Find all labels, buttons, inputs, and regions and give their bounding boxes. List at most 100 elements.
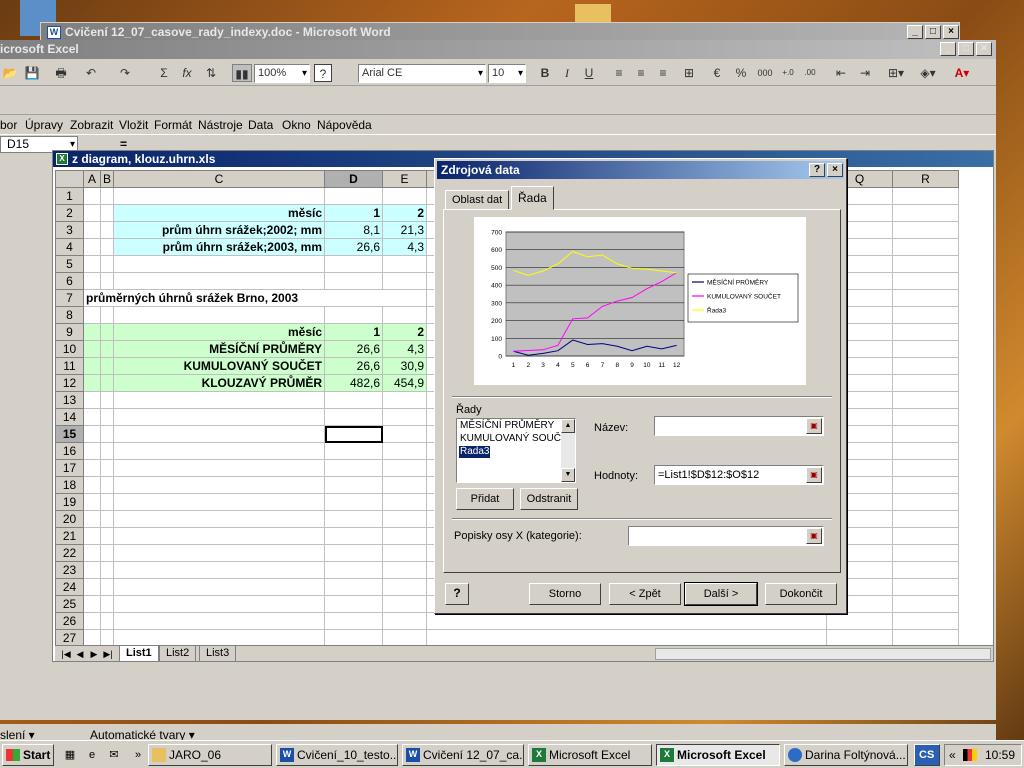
- column-header[interactable]: B: [99, 170, 115, 188]
- cell[interactable]: 1: [324, 323, 384, 341]
- row-header[interactable]: 27: [55, 629, 84, 647]
- merge-center-icon[interactable]: ⊞: [678, 64, 700, 82]
- menu-insert[interactable]: Vložit: [119, 118, 148, 132]
- row-header[interactable]: 24: [55, 578, 84, 596]
- series-item-selected[interactable]: Řada3: [457, 445, 492, 459]
- increase-indent-icon[interactable]: ⇥: [856, 64, 874, 82]
- insert-function-button[interactable]: fx: [178, 64, 196, 82]
- tab-data-range[interactable]: Oblast dat: [445, 190, 510, 210]
- start-button[interactable]: Start: [2, 744, 54, 766]
- menu-tools[interactable]: Nástroje: [198, 118, 243, 132]
- tray-chevron-icon[interactable]: «: [949, 745, 956, 765]
- row-header[interactable]: 22: [55, 544, 84, 562]
- clock[interactable]: 10:59: [985, 745, 1015, 765]
- cell[interactable]: KLOUZAVÝ PRŮMĚR: [113, 374, 326, 392]
- cell[interactable]: prům úhrn srážek;2003, mm: [113, 238, 326, 256]
- task-folder[interactable]: JARO_06: [148, 744, 272, 766]
- thousands-button[interactable]: 000: [754, 64, 776, 82]
- menu-view[interactable]: Zobrazit: [70, 118, 113, 132]
- dialog-help-button[interactable]: ?: [809, 163, 825, 177]
- add-series-button[interactable]: Přidat: [456, 488, 514, 510]
- row-header[interactable]: 9: [55, 323, 84, 341]
- cell[interactable]: 2: [382, 323, 428, 341]
- next-sheet-icon[interactable]: ▶: [87, 648, 101, 660]
- tab-series[interactable]: Řada: [511, 186, 554, 210]
- active-cell[interactable]: [324, 425, 384, 443]
- decrease-indent-icon[interactable]: ⇤: [832, 64, 850, 82]
- zoom-combo[interactable]: 100%: [254, 64, 310, 83]
- align-center-icon[interactable]: ≡: [632, 64, 650, 82]
- font-name-combo[interactable]: Arial CE: [358, 64, 486, 83]
- row-header[interactable]: 8: [55, 306, 84, 324]
- cell[interactable]: KUMULOVANÝ SOUČET: [113, 357, 326, 375]
- row-header[interactable]: 11: [55, 357, 84, 375]
- sheet-tab-list2[interactable]: List2: [159, 646, 197, 662]
- cell[interactable]: prům úhrn srážek;2002; mm: [113, 221, 326, 239]
- listbox-scrollbar[interactable]: ▲ ▼: [561, 419, 575, 482]
- row-header[interactable]: 10: [55, 340, 84, 358]
- horizontal-scrollbar[interactable]: [655, 648, 991, 660]
- open-icon[interactable]: 📂: [2, 64, 18, 82]
- italic-button[interactable]: I: [558, 64, 576, 82]
- finish-button[interactable]: Dokončit: [765, 583, 837, 605]
- cell[interactable]: 2: [382, 204, 428, 222]
- first-sheet-icon[interactable]: |◀: [59, 648, 73, 660]
- row-header[interactable]: 7: [55, 289, 84, 307]
- tray-flag-icon[interactable]: [963, 749, 977, 761]
- scroll-down-icon[interactable]: ▼: [561, 468, 575, 482]
- last-sheet-icon[interactable]: ▶|: [101, 648, 115, 660]
- row-header[interactable]: 16: [55, 442, 84, 460]
- cell[interactable]: 482,6: [324, 374, 384, 392]
- cell-chart-title[interactable]: průměrných úhrnů srážek Brno, 2003: [82, 289, 428, 307]
- row-header[interactable]: 17: [55, 459, 84, 477]
- row-header[interactable]: 6: [55, 272, 84, 290]
- sort-ascending-icon[interactable]: ⇅: [202, 64, 220, 82]
- align-right-icon[interactable]: ≡: [654, 64, 672, 82]
- excel-titlebar[interactable]: icrosoft Excel _ □ ×: [0, 40, 996, 59]
- row-header[interactable]: 12: [55, 374, 84, 392]
- column-header[interactable]: E: [382, 170, 428, 188]
- cell[interactable]: 30,9: [382, 357, 428, 375]
- office-assistant-icon[interactable]: ?: [445, 583, 469, 605]
- restore-icon[interactable]: □: [958, 42, 974, 56]
- bold-button[interactable]: B: [536, 64, 554, 82]
- currency-icon[interactable]: €: [708, 64, 726, 82]
- row-header[interactable]: 20: [55, 510, 84, 528]
- cell[interactable]: MĚSÍČNÍ PRŮMĚRY: [113, 340, 326, 358]
- row-header[interactable]: 15: [55, 425, 84, 443]
- fill-color-icon[interactable]: ◈▾: [914, 64, 942, 82]
- undo-icon[interactable]: ↶: [82, 64, 100, 82]
- menu-file[interactable]: bor: [0, 118, 17, 132]
- minimize-icon[interactable]: _: [907, 25, 923, 39]
- sheet-tab-list3[interactable]: List3: [199, 646, 237, 662]
- sheet-tab-list1[interactable]: List1: [119, 646, 159, 662]
- cell[interactable]: 8,1: [324, 221, 384, 239]
- align-left-icon[interactable]: ≡: [610, 64, 628, 82]
- menu-format[interactable]: Formát: [154, 118, 192, 132]
- task-messenger[interactable]: Darina Foltýnová...: [784, 744, 908, 766]
- series-item[interactable]: MĚSÍČNÍ PRŮMĚRY: [459, 420, 555, 432]
- column-header[interactable]: D: [324, 170, 384, 188]
- next-button[interactable]: Další >: [684, 582, 758, 606]
- row-header[interactable]: 13: [55, 391, 84, 409]
- maximize-icon[interactable]: □: [925, 25, 941, 39]
- row-header[interactable]: 5: [55, 255, 84, 273]
- row-header[interactable]: 19: [55, 493, 84, 511]
- column-header[interactable]: A: [83, 170, 101, 188]
- word-window-titlebar[interactable]: W Cvičení 12_07_casove_rady_indexy.doc -…: [40, 22, 960, 42]
- cell[interactable]: měsíc: [113, 323, 326, 341]
- row-header[interactable]: 3: [55, 221, 84, 239]
- chart-wizard-icon[interactable]: ▮▮: [232, 64, 252, 82]
- row-header[interactable]: 2: [55, 204, 84, 222]
- menu-edit[interactable]: Úpravy: [25, 118, 63, 132]
- ie-icon[interactable]: e: [84, 747, 100, 763]
- row-header[interactable]: 14: [55, 408, 84, 426]
- font-size-combo[interactable]: 10: [488, 64, 526, 83]
- cell[interactable]: 4,3: [382, 238, 428, 256]
- cell[interactable]: 26,6: [324, 357, 384, 375]
- task-excel-1[interactable]: X Microsoft Excel: [528, 744, 652, 766]
- collapse-dialog-icon[interactable]: ▣: [806, 467, 822, 483]
- scroll-up-icon[interactable]: ▲: [561, 419, 575, 433]
- help-icon[interactable]: ?: [314, 64, 332, 82]
- dialog-close-button[interactable]: ×: [827, 163, 843, 177]
